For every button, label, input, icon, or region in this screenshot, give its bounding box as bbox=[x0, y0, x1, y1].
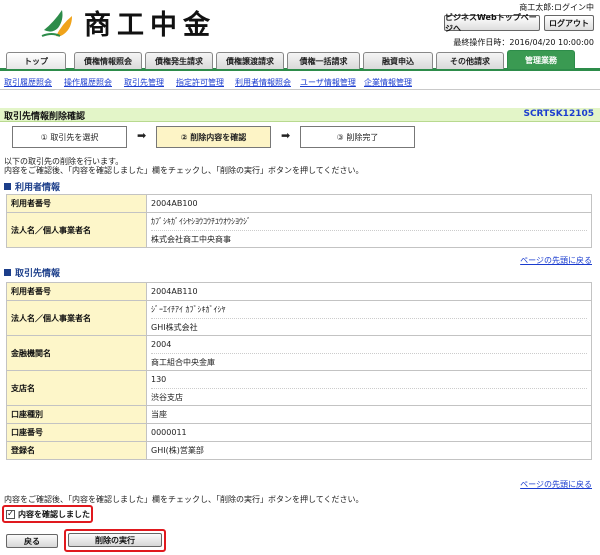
subnav-user-management[interactable]: ユーザ情報管理 bbox=[300, 77, 356, 88]
table-row: 金融機関名 2004 商工組合中央金庫 bbox=[6, 335, 592, 371]
registered-name-text: GHI(株)営業部 bbox=[151, 446, 204, 455]
subnav-user-info[interactable]: 利用者情報照会 bbox=[235, 77, 291, 88]
partner-corp-name-value: ｼﾞｰｴｲﾁｱｲ ｶﾌﾞｼｷｶﾞｲｼﾔ GHI株式会社 bbox=[146, 300, 592, 336]
table-row: 登録名 GHI(株)営業部 bbox=[6, 441, 592, 460]
back-button[interactable]: 戻る bbox=[6, 534, 58, 548]
account-type-text: 当座 bbox=[151, 410, 167, 419]
corp-name-label: 法人名／個人事業者名 bbox=[6, 212, 147, 248]
back-to-top-link[interactable]: ページの先頭に戻る bbox=[520, 255, 592, 266]
tab-other-requests[interactable]: その他請求 bbox=[436, 52, 504, 69]
main-tabs: トップ 債権情報照会 債権発生請求 債権譲渡請求 債権一括請求 融資申込 その他… bbox=[0, 50, 600, 71]
partner-user-number-text: 2004AB110 bbox=[151, 287, 198, 296]
subnav-company-management[interactable]: 企業情報管理 bbox=[364, 77, 412, 88]
tab-management[interactable]: 管理業務 bbox=[507, 50, 575, 69]
branch-code: 130 bbox=[151, 375, 167, 384]
partner-corp-name-kana: ｼﾞｰｴｲﾁｱｲ ｶﾌﾞｼｷｶﾞｲｼﾔ bbox=[151, 305, 226, 314]
confirm-checkbox[interactable]: ✓ bbox=[6, 509, 15, 519]
table-row: 利用者番号 2004AB100 bbox=[6, 194, 592, 213]
user-info-heading: 利用者情報 bbox=[4, 180, 60, 193]
subnav-partner-management[interactable]: 取引先管理 bbox=[124, 77, 164, 88]
bank-name: 商工組合中央金庫 bbox=[151, 353, 587, 370]
logo-mark-icon bbox=[40, 6, 76, 38]
step-arrow-icon: ➡ bbox=[137, 129, 147, 142]
confirm-checkbox-area[interactable]: ✓ 内容を確認しました bbox=[2, 505, 93, 523]
account-type-label: 口座種別 bbox=[6, 405, 147, 424]
step-confirm-deletion: ② 削除内容を確認 bbox=[156, 126, 271, 148]
bank-name-value: 2004 商工組合中央金庫 bbox=[146, 335, 592, 371]
registered-name-value: GHI(株)営業部 bbox=[146, 441, 592, 460]
corp-name-value: ｶﾌﾞｼｷｶﾞｲｼﾔｼﾖｳｺｳﾁﾕｳｵｳｼﾖｳｼﾞ 株式会社商工中央商事 bbox=[146, 212, 592, 248]
instruction-line-2: 内容をご確認後、「内容を確認しました」欄をチェックし、「削除の実行」ボタンを押し… bbox=[4, 166, 364, 175]
last-login-time: 最終操作日時：2016/04/20 10:00:00 bbox=[453, 38, 594, 47]
table-row: 支店名 130 渋谷支店 bbox=[6, 370, 592, 406]
partner-user-number-label: 利用者番号 bbox=[6, 282, 147, 301]
branch-name-label: 支店名 bbox=[6, 370, 147, 406]
logo-text: 商工中金 bbox=[84, 9, 216, 41]
screen-code: SCRTSK12105 bbox=[523, 109, 594, 119]
partner-info-heading: 取引先情報 bbox=[4, 266, 60, 279]
corp-name-kanji: 株式会社商工中央商事 bbox=[151, 230, 587, 247]
confirm-label: 内容を確認しました bbox=[18, 509, 90, 519]
tab-loan-application[interactable]: 融資申込 bbox=[363, 52, 433, 69]
tab-claim-inquiry[interactable]: 債権情報照会 bbox=[74, 52, 142, 69]
user-number-text: 2004AB100 bbox=[151, 199, 198, 208]
partner-corp-name-label: 法人名／個人事業者名 bbox=[6, 300, 147, 336]
table-row: 口座番号 0000011 bbox=[6, 423, 592, 442]
bank-name-label: 金融機関名 bbox=[6, 335, 147, 371]
user-number-value: 2004AB100 bbox=[146, 194, 592, 213]
branch-name: 渋谷支店 bbox=[151, 388, 587, 405]
bank-code: 2004 bbox=[151, 340, 172, 349]
account-number-label: 口座番号 bbox=[6, 423, 147, 442]
section-square-icon bbox=[4, 183, 11, 190]
subnav-transaction-history[interactable]: 取引履歴照会 bbox=[4, 77, 52, 88]
account-number-text: 0000011 bbox=[151, 428, 187, 437]
subnav-permission-management[interactable]: 指定許可管理 bbox=[176, 77, 224, 88]
step-arrow-icon: ➡ bbox=[281, 129, 291, 142]
header: 商工中金 商工太郎:ログイン中 ビジネスWebトップページへ ログアウト 最終操… bbox=[0, 0, 600, 50]
page-title-bar: 取引先情報削除確認 SCRTSK12105 bbox=[0, 108, 600, 122]
partner-corp-name-kanji: GHI株式会社 bbox=[151, 318, 587, 335]
partner-info-table: 利用者番号 2004AB110 法人名／個人事業者名 ｼﾞｰｴｲﾁｱｲ ｶﾌﾞｼ… bbox=[6, 282, 592, 460]
branch-name-value: 130 渋谷支店 bbox=[146, 370, 592, 406]
table-row: 利用者番号 2004AB110 bbox=[6, 282, 592, 301]
subnav-operation-history[interactable]: 操作履歴照会 bbox=[64, 77, 112, 88]
partner-info-heading-text: 取引先情報 bbox=[15, 269, 61, 279]
user-info-table: 利用者番号 2004AB100 法人名／個人事業者名 ｶﾌﾞｼｷｶﾞｲｼﾔｼﾖｳ… bbox=[6, 194, 592, 248]
table-row: 法人名／個人事業者名 ｼﾞｰｴｲﾁｱｲ ｶﾌﾞｼｷｶﾞｲｼﾔ GHI株式会社 bbox=[6, 300, 592, 336]
bottom-instruction: 内容をご確認後、「内容を確認しました」欄をチェックし、「削除の実行」ボタンを押し… bbox=[4, 495, 364, 504]
section-square-icon bbox=[4, 269, 11, 276]
partner-user-number-value: 2004AB110 bbox=[146, 282, 592, 301]
user-info-heading-text: 利用者情報 bbox=[15, 183, 61, 193]
user-number-label: 利用者番号 bbox=[6, 194, 147, 213]
table-row: 口座種別 当座 bbox=[6, 405, 592, 424]
top-page-button[interactable]: ビジネスWebトップページへ bbox=[444, 13, 540, 33]
back-to-top-link[interactable]: ページの先頭に戻る bbox=[520, 479, 592, 490]
account-type-value: 当座 bbox=[146, 405, 592, 424]
tab-claim-transfer[interactable]: 債権譲渡請求 bbox=[216, 52, 284, 69]
logo: 商工中金 bbox=[40, 5, 216, 41]
corp-name-kana: ｶﾌﾞｼｷｶﾞｲｼﾔｼﾖｳｺｳﾁﾕｳｵｳｼﾖｳｼﾞ bbox=[151, 217, 251, 226]
tab-bulk-request[interactable]: 債権一括請求 bbox=[287, 52, 360, 69]
step-deletion-complete: ③ 削除完了 bbox=[300, 126, 415, 148]
table-row: 法人名／個人事業者名 ｶﾌﾞｼｷｶﾞｲｼﾔｼﾖｳｺｳﾁﾕｳｵｳｼﾖｳｼﾞ 株式会… bbox=[6, 212, 592, 248]
registered-name-label: 登録名 bbox=[6, 441, 147, 460]
tab-top[interactable]: トップ bbox=[6, 52, 66, 69]
sub-navigation: 取引履歴照会 操作履歴照会 取引先管理 指定許可管理 利用者情報照会 ユーザ情報… bbox=[0, 74, 600, 90]
tab-claim-issue[interactable]: 債権発生請求 bbox=[145, 52, 213, 69]
logout-button[interactable]: ログアウト bbox=[544, 15, 594, 31]
page-title: 取引先情報削除確認 bbox=[4, 112, 86, 122]
account-number-value: 0000011 bbox=[146, 423, 592, 442]
step-select-partner: ① 取引先を選択 bbox=[12, 126, 127, 148]
execute-delete-button[interactable]: 削除の実行 bbox=[68, 533, 162, 547]
